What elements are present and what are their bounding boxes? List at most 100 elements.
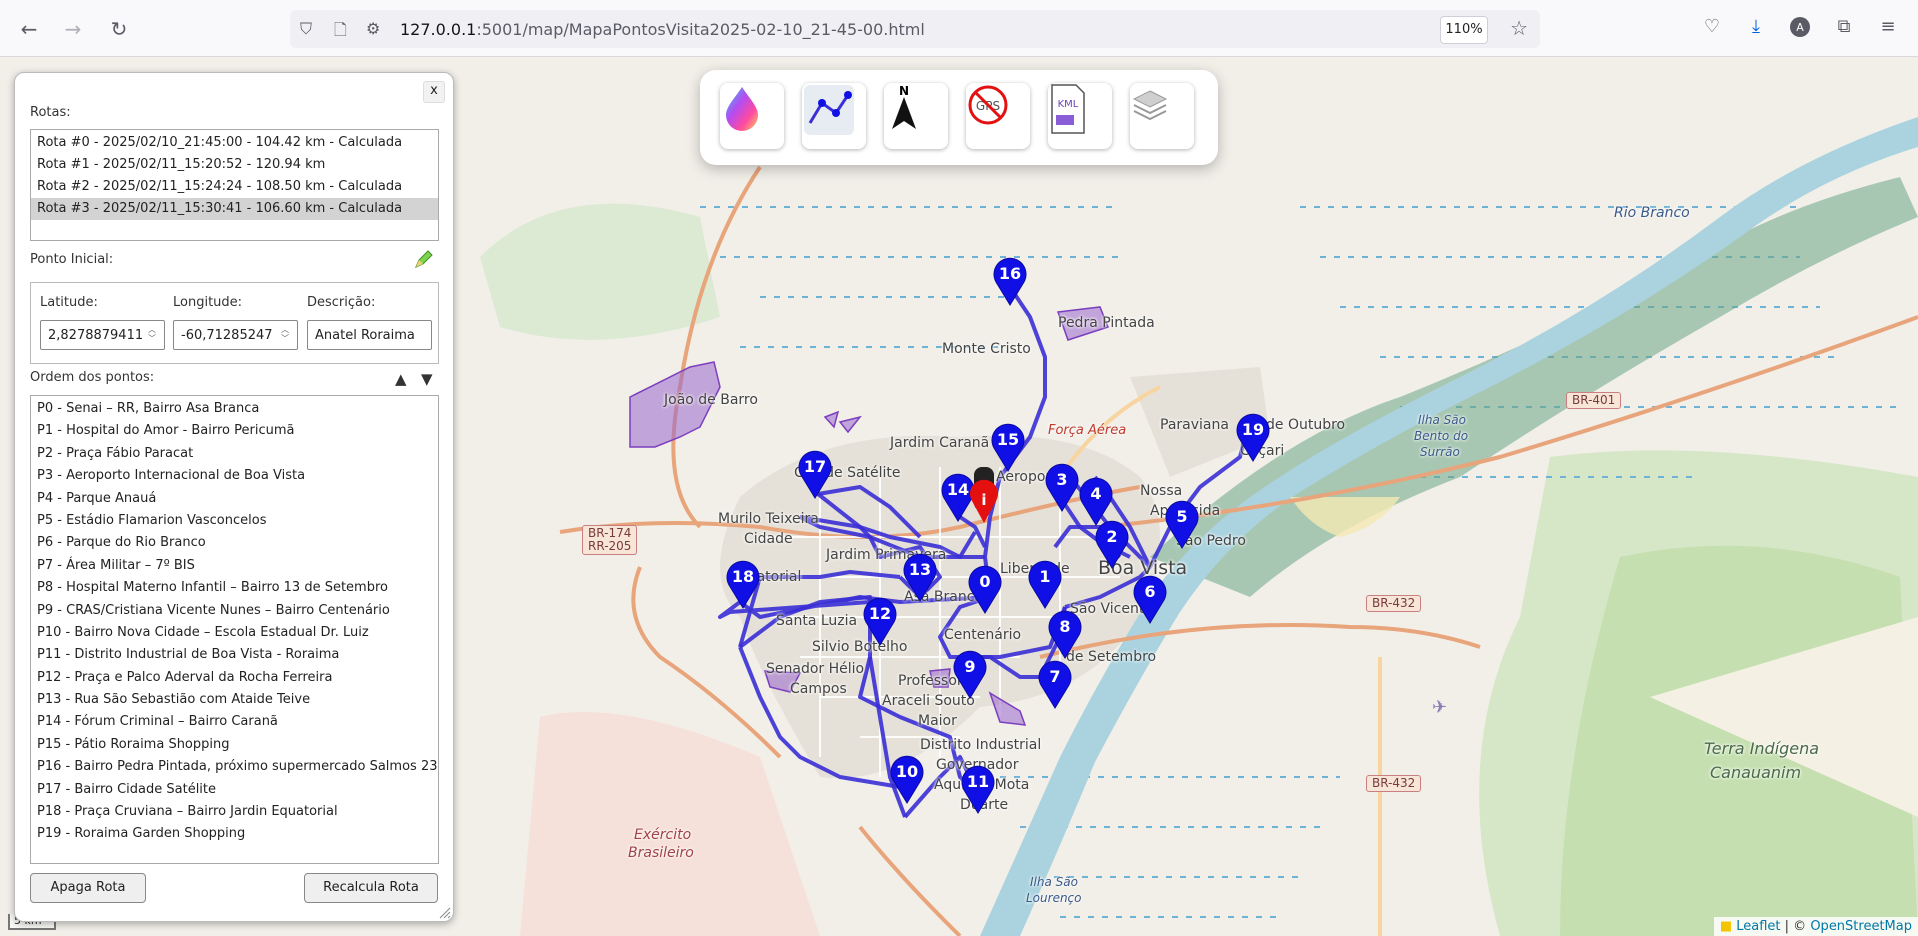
point-item[interactable]: P19 - Roraima Garden Shopping — [31, 823, 438, 845]
point-item[interactable]: P5 - Estádio Flamarion Vasconcelos — [31, 510, 438, 532]
layers-icon[interactable] — [1130, 83, 1194, 149]
reload-icon[interactable]: ↻ — [104, 14, 134, 44]
kml-label: KML — [1058, 99, 1079, 110]
point-item[interactable]: P9 - CRAS/Cristiana Vicente Nunes – Bair… — [31, 600, 438, 622]
route-marker[interactable]: 11 — [961, 764, 995, 814]
route-marker[interactable]: 3 — [1045, 462, 1079, 512]
routes-list[interactable]: Rota #0 - 2025/02/10_21:45:00 - 104.42 k… — [30, 129, 439, 241]
point-item[interactable]: P7 - Área Militar – 7º BIS — [31, 555, 438, 577]
route-marker-label: 4 — [1090, 484, 1102, 503]
point-item[interactable]: P13 - Rua São Sebastião com Ataide Teive — [31, 689, 438, 711]
gps-off-icon[interactable]: GPS — [966, 83, 1030, 149]
recalculate-route-button[interactable]: Recalcula Rota — [304, 873, 438, 903]
kml-file-icon[interactable]: KML — [1048, 83, 1112, 149]
shield-icon[interactable]: ⛉ — [300, 19, 312, 39]
resize-handle-icon[interactable] — [437, 905, 451, 919]
point-item[interactable]: P6 - Parque do Rio Branco — [31, 532, 438, 554]
route-marker-label: 9 — [964, 657, 976, 676]
route-marker[interactable]: 16 — [993, 256, 1027, 306]
point-item[interactable]: P3 - Aeroporto Internacional de Boa Vist… — [31, 465, 438, 487]
route-marker[interactable]: 4 — [1079, 476, 1113, 526]
longitude-field[interactable]: -60,71285247 ︿ ﹀ — [173, 320, 298, 350]
zoom-level[interactable]: 110% — [1440, 16, 1488, 44]
route-marker-label: 7 — [1049, 667, 1061, 686]
route-item[interactable]: Rota #0 - 2025/02/10_21:45:00 - 104.42 k… — [31, 132, 438, 154]
color-drop-icon[interactable] — [720, 83, 784, 149]
place-label: Pedra Pintada — [1058, 315, 1155, 331]
point-item[interactable]: P1 - Hospital do Amor - Bairro Pericumã — [31, 420, 438, 442]
leaflet-link[interactable]: Leaflet — [1736, 919, 1780, 934]
osm-link[interactable]: OpenStreetMap — [1810, 919, 1912, 934]
delete-route-button[interactable]: Apaga Rota — [30, 873, 146, 903]
point-item[interactable]: P0 - Senai – RR, Bairro Asa Branca — [31, 398, 438, 420]
latitude-stepper[interactable]: ︿ ﹀ — [144, 325, 160, 345]
point-item[interactable]: P2 - Praça Fábio Paracat — [31, 443, 438, 465]
route-marker[interactable]: 15 — [991, 422, 1025, 472]
account-icon[interactable]: A — [1788, 16, 1812, 40]
bookmark-star-icon[interactable]: ☆ — [1510, 16, 1528, 40]
point-item[interactable]: P18 - Praça Cruviana – Bairro Jardin Equ… — [31, 801, 438, 823]
route-item[interactable]: Rota #3 - 2025/02/11_15:30:41 - 106.60 k… — [31, 198, 438, 220]
route-map-icon[interactable] — [802, 83, 866, 149]
download-icon[interactable]: ⤓ — [1744, 16, 1768, 40]
points-list[interactable]: P0 - Senai – RR, Bairro Asa Branca P1 - H… — [30, 395, 439, 864]
road-badge: BR-174 RR-205 — [582, 525, 638, 555]
place-label: Rio Branco — [1614, 205, 1690, 221]
move-up-button[interactable]: ▲ — [395, 370, 407, 388]
route-marker[interactable]: 13 — [903, 552, 937, 602]
longitude-stepper[interactable]: ︿ ﹀ — [277, 325, 293, 345]
route-marker-label: 0 — [979, 572, 991, 591]
map-toolbar: N GPS KML — [700, 70, 1218, 165]
start-marker-label: i — [981, 491, 986, 509]
move-down-button[interactable]: ▼ — [421, 370, 433, 388]
point-item[interactable]: P8 - Hospital Materno Infantil – Bairro … — [31, 577, 438, 599]
point-item[interactable]: P16 - Bairro Pedra Pintada, próximo supe… — [31, 756, 438, 778]
route-marker-label: 2 — [1106, 527, 1118, 546]
place-label: Santa Luzia — [776, 613, 858, 629]
route-marker[interactable]: 6 — [1133, 574, 1167, 624]
pocket-icon[interactable]: ♡ — [1700, 16, 1724, 40]
route-marker-label: 18 — [731, 567, 755, 586]
route-marker[interactable]: 8 — [1048, 609, 1082, 659]
description-field[interactable]: Anatel Roraima — [307, 320, 432, 350]
route-marker-label: 15 — [996, 430, 1020, 449]
close-button[interactable]: x — [423, 81, 445, 103]
north-arrow-icon[interactable]: N — [884, 83, 948, 149]
point-item[interactable]: P12 - Praça e Palco Aderval da Rocha Fer… — [31, 667, 438, 689]
route-marker[interactable]: 17 — [798, 449, 832, 499]
route-item[interactable]: Rota #1 - 2025/02/11_15:20:52 - 120.94 k… — [31, 154, 438, 176]
route-marker[interactable]: 10 — [890, 754, 924, 804]
route-item[interactable]: Rota #2 - 2025/02/11_15:24:24 - 108.50 k… — [31, 176, 438, 198]
page-icon: 🗋 — [334, 20, 347, 39]
map-attribution: ■ Leaflet | © OpenStreetMap — [1713, 917, 1918, 936]
route-marker[interactable]: 19 — [1236, 412, 1270, 462]
route-marker[interactable]: 2 — [1095, 519, 1129, 569]
start-point-label: Ponto Inicial: — [30, 252, 114, 267]
route-marker-label: 16 — [998, 264, 1022, 283]
route-marker[interactable]: 7 — [1038, 659, 1072, 709]
route-marker-label: 19 — [1241, 420, 1265, 439]
route-marker[interactable]: 12 — [863, 596, 897, 646]
latitude-field[interactable]: 2,8278879411 ︿ ﹀ — [40, 320, 165, 350]
route-marker[interactable]: 18 — [726, 559, 760, 609]
route-marker[interactable]: 5 — [1165, 499, 1199, 549]
route-marker[interactable]: 9 — [953, 649, 987, 699]
permissions-icon[interactable]: ⚙ — [366, 19, 380, 38]
point-item[interactable]: P11 - Distrito Industrial de Boa Vista -… — [31, 644, 438, 666]
edit-pencil-icon[interactable] — [413, 248, 435, 274]
place-label: Bento do — [1414, 429, 1469, 443]
url-bar[interactable]: ⛉ 🗋 ⚙ 127.0.0.1:5001/map/MapaPontosVisit… — [290, 10, 1540, 48]
point-item[interactable]: P4 - Parque Anauá — [31, 488, 438, 510]
road-badge: BR-432 — [1366, 775, 1422, 792]
forward-icon[interactable]: → — [58, 14, 88, 44]
menu-icon[interactable]: ≡ — [1876, 16, 1900, 40]
point-item[interactable]: P10 - Bairro Nova Cidade – Escola Estadu… — [31, 622, 438, 644]
point-item[interactable]: P14 - Fórum Criminal – Bairro Caranã — [31, 711, 438, 733]
point-item[interactable]: P17 - Bairro Cidade Satélite — [31, 779, 438, 801]
back-icon[interactable]: ← — [14, 14, 44, 44]
url-text[interactable]: 127.0.0.1:5001/map/MapaPontosVisita2025-… — [400, 20, 925, 39]
route-marker[interactable]: 0 — [968, 564, 1002, 614]
point-item[interactable]: P15 - Pátio Roraima Shopping — [31, 734, 438, 756]
extensions-icon[interactable]: ⧉ — [1832, 16, 1856, 40]
route-marker[interactable]: 1 — [1028, 559, 1062, 609]
